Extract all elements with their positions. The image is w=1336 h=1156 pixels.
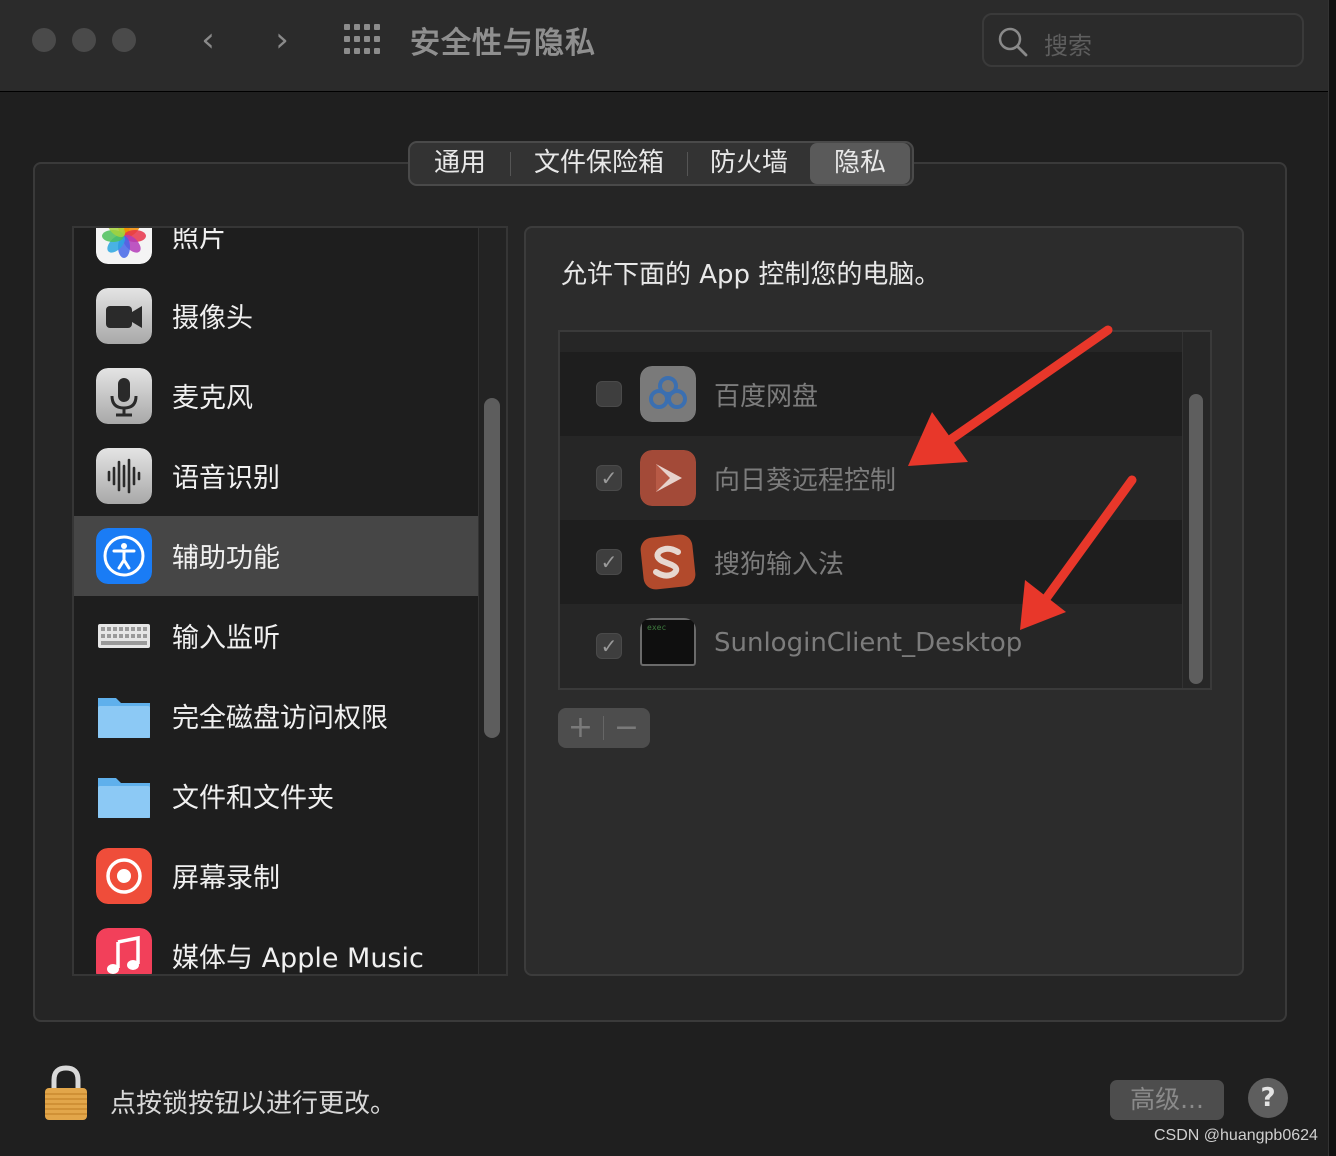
app-name: 向日葵远程控制 [714, 466, 897, 496]
baidu-netdisk-icon [640, 366, 696, 422]
window-edge [1328, 0, 1336, 1156]
app-checkbox[interactable] [596, 381, 622, 407]
sidebar-item-camera[interactable]: 摄像头 [74, 276, 478, 356]
show-all-grid-icon[interactable] [344, 24, 380, 56]
folder-icon [98, 698, 150, 738]
speech-recognition-icon [96, 448, 152, 504]
app-row-sogou[interactable]: ✓ 搜狗输入法 [560, 520, 1182, 604]
sidebar-item-label: 文件和文件夹 [172, 783, 334, 814]
sidebar-item-files-and-folders[interactable]: 文件和文件夹 [74, 756, 478, 836]
app-row-baidu-netdisk[interactable]: 百度网盘 [560, 352, 1182, 436]
sidebar-item-label: 屏幕录制 [172, 863, 280, 894]
app-list-scrollbar-thumb[interactable] [1189, 394, 1203, 684]
app-row-sunloginclient-desktop[interactable]: ✓ exec SunloginClient_Desktop [560, 604, 1182, 688]
sidebar-item-full-disk-access[interactable]: 完全磁盘访问权限 [74, 676, 478, 756]
sidebar-item-media-apple-music[interactable]: 媒体与 Apple Music [74, 916, 478, 974]
lock-hint-text: 点按锁按钮以进行更改。 [110, 1089, 397, 1119]
app-name: SunloginClient_Desktop [714, 628, 1023, 658]
sidebar-item-label: 摄像头 [172, 303, 253, 334]
sidebar-item-accessibility[interactable]: 辅助功能 [74, 516, 478, 596]
tab-firewall[interactable]: 防火墙 [688, 143, 810, 184]
sidebar-item-photos[interactable]: 照片 [74, 226, 478, 276]
sidebar-item-label: 麦克风 [172, 383, 253, 414]
music-icon [96, 928, 152, 974]
app-name: 搜狗输入法 [714, 550, 845, 580]
search-field[interactable]: 搜索 [982, 13, 1304, 67]
help-button[interactable]: ? [1248, 1078, 1288, 1118]
back-chevron-icon[interactable]: ‹ [188, 20, 228, 60]
app-name: 百度网盘 [714, 382, 819, 412]
detail-panel: 允许下面的 App 控制您的电脑。 百度网盘 ✓ 向日葵远程控制 ✓ 搜狗输入法… [524, 226, 1244, 976]
screen-record-icon [96, 848, 152, 904]
minimize-window-button[interactable] [72, 28, 96, 52]
window-title: 安全性与隐私 [410, 26, 596, 61]
tab-filevault[interactable]: 文件保险箱 [511, 143, 687, 184]
keyboard-icon [98, 624, 150, 648]
sidebar-item-label: 语音识别 [172, 463, 280, 494]
sidebar-item-label: 完全磁盘访问权限 [172, 703, 388, 734]
sunlogin-icon [640, 450, 696, 506]
sidebar-item-screen-recording[interactable]: 屏幕录制 [74, 836, 478, 916]
search-icon [998, 27, 1028, 57]
app-checkbox-checked[interactable]: ✓ [596, 549, 622, 575]
privacy-category-list[interactable]: 照片 摄像头 麦克风 语音识别 辅助功能 输入监听 完全磁盘访问权限 文件和文件… [72, 226, 508, 976]
sidebar-item-label: 输入监听 [172, 623, 280, 654]
sidebar-item-input-monitoring[interactable]: 输入监听 [74, 596, 478, 676]
watermark: CSDN @huangpb0624 [1154, 1127, 1318, 1144]
category-scrollbar-thumb[interactable] [484, 398, 500, 738]
search-placeholder: 搜索 [1044, 32, 1092, 60]
lock-icon[interactable] [42, 1064, 90, 1122]
sidebar-item-label: 媒体与 Apple Music [172, 943, 424, 974]
sidebar-item-microphone[interactable]: 麦克风 [74, 356, 478, 436]
list-item [560, 332, 1182, 352]
exec-terminal-icon: exec [640, 618, 696, 666]
sidebar-item-label: 辅助功能 [172, 543, 280, 574]
detail-heading: 允许下面的 App 控制您的电脑。 [561, 260, 941, 290]
add-remove-control: + − [558, 708, 650, 748]
sogou-icon [640, 534, 696, 590]
tab-general[interactable]: 通用 [410, 143, 510, 184]
close-window-button[interactable] [32, 28, 56, 52]
app-list[interactable]: 百度网盘 ✓ 向日葵远程控制 ✓ 搜狗输入法 ✓ exec SunloginCl… [558, 330, 1212, 690]
camera-icon [96, 288, 152, 344]
app-checkbox-checked[interactable]: ✓ [596, 465, 622, 491]
tab-bar: 通用 文件保险箱 防火墙 隐私 [408, 141, 914, 186]
add-app-button[interactable]: + [558, 708, 603, 748]
forward-chevron-icon[interactable]: › [262, 20, 302, 60]
tab-privacy[interactable]: 隐私 [810, 143, 910, 184]
folder-icon [98, 778, 150, 818]
sidebar-item-label: 照片 [172, 226, 226, 254]
sidebar-item-speech-recognition[interactable]: 语音识别 [74, 436, 478, 516]
advanced-button[interactable]: 高级... [1110, 1080, 1224, 1120]
photos-icon [96, 228, 152, 264]
microphone-icon [96, 368, 152, 424]
app-checkbox-checked[interactable]: ✓ [596, 633, 622, 659]
title-bar: ‹ › 安全性与隐私 搜索 [0, 0, 1328, 92]
accessibility-icon [96, 528, 152, 584]
remove-app-button[interactable]: − [604, 708, 649, 748]
zoom-window-button[interactable] [112, 28, 136, 52]
exec-label: exec [647, 623, 666, 632]
app-row-sunlogin[interactable]: ✓ 向日葵远程控制 [560, 436, 1182, 520]
